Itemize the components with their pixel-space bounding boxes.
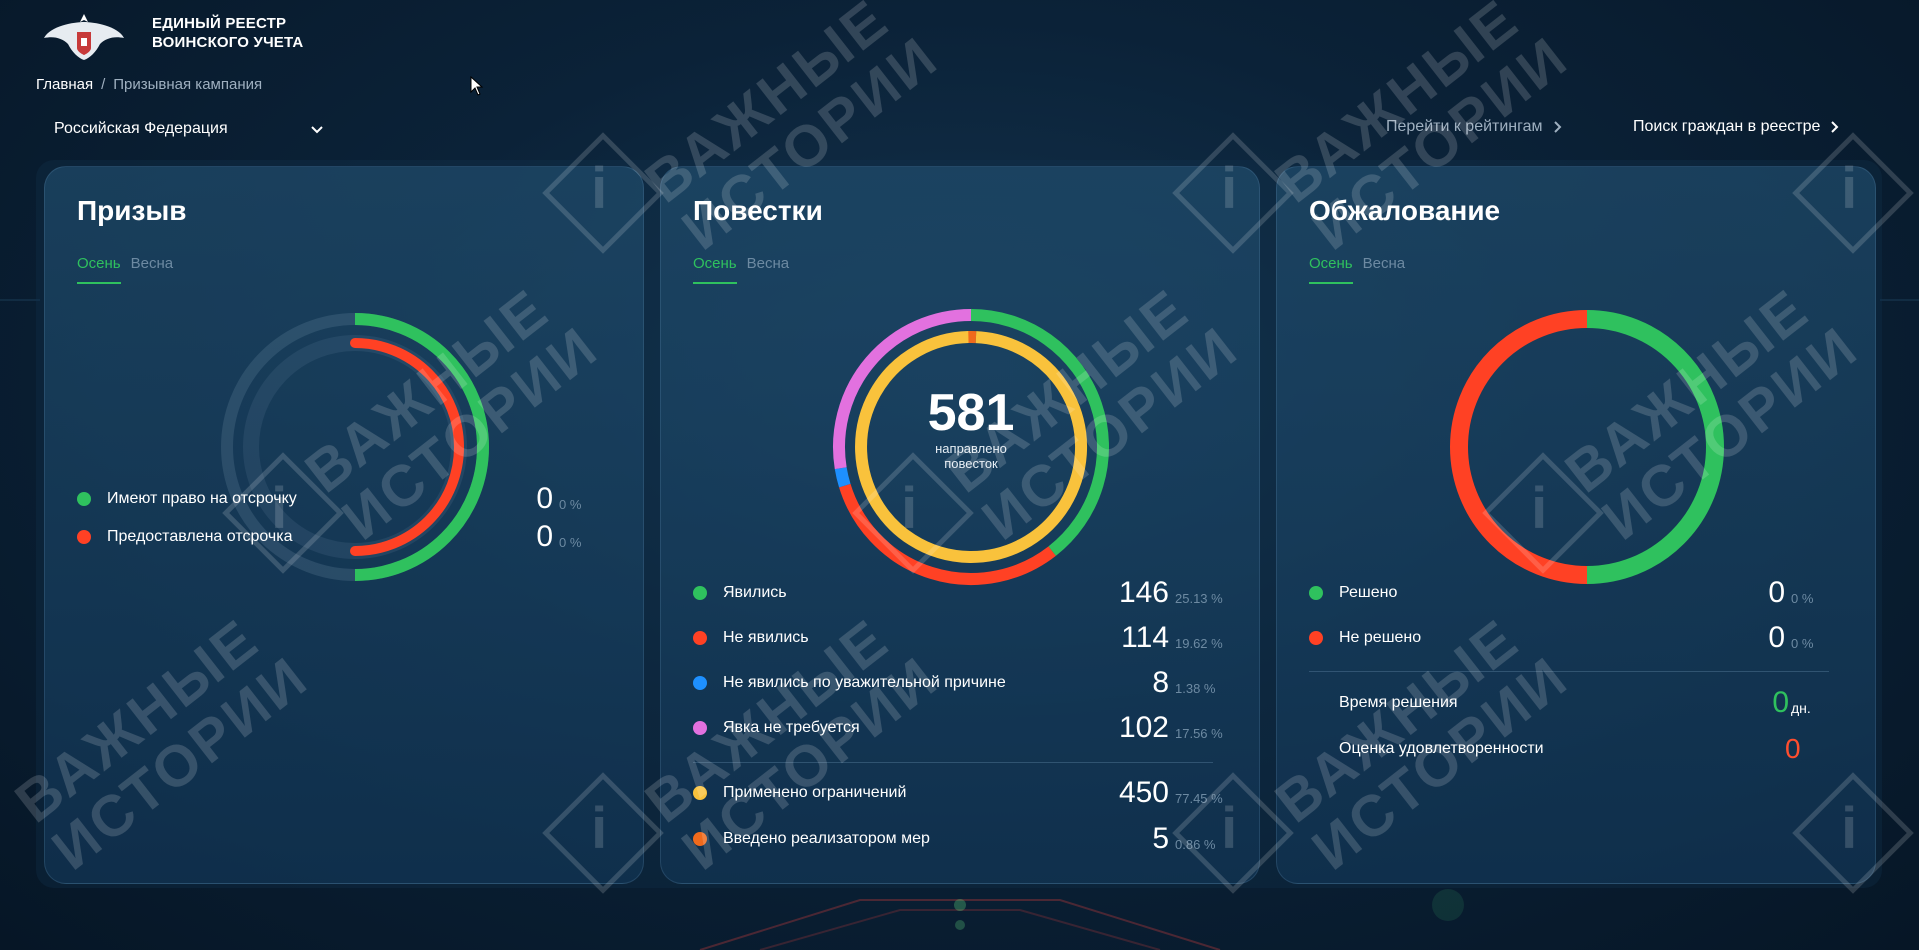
chevron-right-icon — [1553, 121, 1561, 133]
blue-dot-icon — [693, 676, 707, 690]
legend-value: 0 — [536, 520, 553, 553]
yellow-dot-icon — [693, 786, 707, 800]
appeal-ring-chart — [1450, 310, 1724, 584]
summons-season-tabs: Осень Весна — [693, 255, 789, 284]
summons-card: Повестки Осень Весна 581 направлено пове… — [660, 166, 1260, 884]
legend-value: 5 — [1152, 822, 1169, 855]
chevron-right-icon — [1831, 121, 1839, 133]
resolution-time-unit: дн. — [1791, 700, 1811, 716]
red-dot-icon — [77, 530, 91, 544]
legend-percent: 1.38 % — [1175, 680, 1216, 696]
legend-percent: 0 % — [1791, 635, 1814, 651]
draft-season-tabs: Осень Весна — [77, 255, 173, 284]
list-item: Явка не требуется 102 17.56 % — [693, 710, 1233, 746]
search-citizens-link[interactable]: Поиск граждан в реестре — [1633, 118, 1840, 136]
breadcrumb-current: Призывная кампания — [113, 76, 263, 93]
legend-value: 0 — [1768, 621, 1785, 654]
appeal-red-arc — [1450, 310, 1588, 584]
green-dot-icon — [77, 492, 91, 506]
breadcrumb: Главная / Призывная кампания — [36, 76, 262, 93]
legend-value: 146 — [1118, 576, 1169, 609]
chevron-down-icon — [311, 126, 323, 134]
emblem-logo-icon — [44, 14, 124, 60]
red-dot-icon — [693, 631, 707, 645]
pink-dot-icon — [693, 721, 707, 735]
list-item: Не решено 0 0 % — [1309, 620, 1849, 656]
list-item: Не явились 114 19.62 % — [693, 620, 1233, 656]
app-title-line2: ВОИНСКОГО УЧЕТА — [152, 34, 304, 51]
divider — [693, 762, 1213, 763]
list-item: Не явились по уважительной причине 8 1.3… — [693, 665, 1233, 701]
legend-value: 0 — [1768, 576, 1785, 609]
legend-label: Применено ограничений — [723, 784, 907, 801]
tab-autumn[interactable]: Осень — [693, 255, 737, 284]
tab-autumn[interactable]: Осень — [77, 255, 121, 284]
legend-label: Не решено — [1339, 629, 1422, 646]
list-item: Введено реализатором мер 5 0.86 % — [693, 821, 1233, 857]
appeal-season-tabs: Осень Весна — [1309, 255, 1405, 284]
divider — [1309, 671, 1829, 672]
legend-value: 114 — [1121, 621, 1169, 654]
search-citizens-label: Поиск граждан в реестре — [1633, 118, 1821, 135]
legend-value: 450 — [1118, 776, 1169, 809]
legend-percent: 0 % — [559, 534, 582, 550]
list-item: Решено 0 0 % — [1309, 575, 1849, 611]
summons-total: 581 — [927, 384, 1015, 442]
legend-percent: 0.86 % — [1175, 836, 1216, 852]
legend-label: Имеют право на отсрочку — [107, 490, 297, 507]
summons-center-label: 581 направлено повесток — [821, 385, 1121, 471]
legend-percent: 77.45 % — [1175, 790, 1223, 806]
mouse-cursor-icon — [470, 76, 484, 96]
go-to-ratings-label: Перейти к рейтингам — [1386, 118, 1543, 135]
tab-autumn[interactable]: Осень — [1309, 255, 1353, 284]
breadcrumb-home-link[interactable]: Главная — [36, 76, 93, 93]
legend-label: Предоставлена отсрочка — [107, 528, 293, 545]
draft-card: Призыв Осень Весна Имеют право на отсроч… — [44, 166, 644, 884]
region-select-value: Российская Федерация — [54, 120, 228, 137]
legend-value: 8 — [1152, 666, 1169, 699]
list-item: Явились 146 25.13 % — [693, 575, 1233, 611]
list-item: Имеют право на отсрочку 0 0 % — [77, 481, 617, 517]
resolution-time-value: 0 — [1772, 686, 1789, 719]
legend-percent: 25.13 % — [1175, 590, 1223, 606]
legend-value: 102 — [1118, 711, 1169, 744]
legend-percent: 17.56 % — [1175, 725, 1223, 741]
summons-total-caption-line2: повесток — [944, 456, 998, 471]
green-dot-icon — [1309, 586, 1323, 600]
legend-label: Явка не требуется — [723, 719, 860, 736]
legend-value: 0 — [536, 482, 553, 515]
breadcrumb-separator: / — [101, 76, 106, 93]
legend-percent: 0 % — [1791, 590, 1814, 606]
region-select[interactable]: Российская Федерация — [54, 116, 324, 142]
satisfaction-label: Оценка удовлетворенности — [1339, 740, 1544, 757]
app-title: ЕДИНЫЙ РЕЕСТР ВОИНСКОГО УЧЕТА — [152, 14, 303, 52]
legend-label: Решено — [1339, 584, 1398, 601]
appeal-green-arc — [1586, 310, 1724, 584]
orange-dot-icon — [693, 832, 707, 846]
list-item: Применено ограничений 450 77.45 % — [693, 775, 1233, 811]
legend-percent: 19.62 % — [1175, 635, 1223, 651]
legend-percent: 0 % — [559, 496, 582, 512]
draft-card-title: Призыв — [77, 195, 187, 226]
legend-label: Не явились — [723, 629, 809, 646]
tab-spring[interactable]: Весна — [131, 255, 173, 284]
legend-label: Явились — [723, 584, 787, 601]
satisfaction-value: 0 — [1785, 733, 1801, 764]
green-dot-icon — [693, 586, 707, 600]
list-item: Предоставлена отсрочка 0 0 % — [77, 519, 617, 555]
legend-label: Введено реализатором мер — [723, 830, 930, 847]
legend-label: Не явились по уважительной причине — [723, 674, 1006, 691]
list-item: Время решения 0 дн. — [1309, 685, 1849, 721]
go-to-ratings-link[interactable]: Перейти к рейтингам — [1386, 118, 1563, 136]
list-item: Оценка удовлетворенности 0 — [1309, 731, 1849, 767]
summons-total-caption-line1: направлено — [935, 441, 1007, 456]
tab-spring[interactable]: Весна — [747, 255, 789, 284]
summons-card-title: Повестки — [693, 195, 823, 226]
appeal-card: Обжалование Осень Весна Решено 0 0 % Не … — [1276, 166, 1876, 884]
tab-spring[interactable]: Весна — [1363, 255, 1405, 284]
appeal-card-title: Обжалование — [1309, 195, 1501, 226]
resolution-time-label: Время решения — [1339, 694, 1458, 711]
app-title-line1: ЕДИНЫЙ РЕЕСТР — [152, 15, 287, 32]
red-dot-icon — [1309, 631, 1323, 645]
